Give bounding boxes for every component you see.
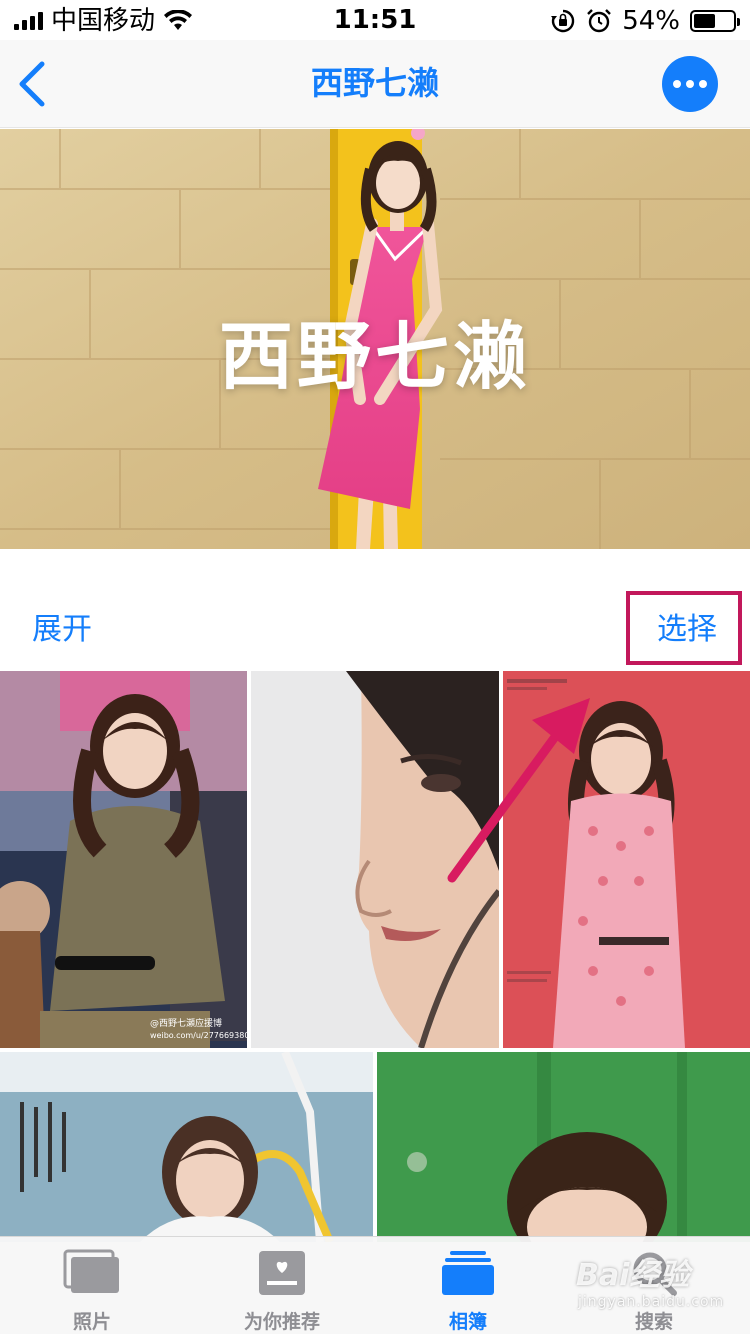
for-you-icon (259, 1251, 305, 1295)
search-icon (633, 1252, 677, 1296)
status-bar: 中国移动 11:51 54% (0, 0, 750, 40)
photo-image: @西野七瀬应援博 weibo.com/u/2776693805 (0, 671, 247, 1048)
alarm-icon (587, 9, 612, 33)
photos-icon (63, 1249, 119, 1293)
photo-thumbnail-2[interactable] (251, 671, 499, 1048)
photo-thumbnail-5[interactable] (377, 1052, 750, 1242)
navigation-bar: 西野七濑 (0, 40, 750, 128)
more-dot-icon (686, 80, 694, 88)
more-options-button[interactable] (662, 56, 718, 112)
tab-label: 搜索 (634, 1311, 673, 1333)
battery-percent: 54% (622, 6, 680, 36)
album-cover-memory[interactable]: 西野七濑 (0, 129, 750, 549)
battery-level (694, 14, 715, 28)
album-title: 西野七濑 (310, 64, 439, 102)
tab-label: 为你推荐 (243, 1311, 320, 1333)
albums-icon (442, 1251, 494, 1295)
photo-thumbnail-1[interactable]: @西野七瀬应援博 weibo.com/u/2776693805 (0, 671, 247, 1048)
more-dot-icon (673, 80, 681, 88)
photo-1-caption: @西野七瀬应援博 (150, 1017, 222, 1029)
photo-thumbnail-4[interactable] (0, 1052, 373, 1242)
photo-1-sub: weibo.com/u/2776693805 (150, 1031, 247, 1040)
photo-image (251, 671, 499, 1048)
battery-icon (690, 10, 740, 32)
photo-image (503, 671, 750, 1048)
tab-bar: 照片 为你推荐 相簿 搜索 (0, 1236, 750, 1334)
tab-search[interactable]: 搜索 (584, 1237, 724, 1334)
tab-albums[interactable]: 相簿 (398, 1237, 538, 1334)
more-dot-icon (699, 80, 707, 88)
expand-button[interactable]: 展开 (32, 610, 92, 650)
photo-image (377, 1052, 750, 1242)
tab-label: 照片 (72, 1311, 111, 1333)
cover-title: 西野七濑 (219, 314, 531, 400)
status-right: 54% (550, 6, 740, 36)
photo-thumbnail-3[interactable] (503, 671, 750, 1048)
tab-photos[interactable]: 照片 (22, 1237, 162, 1334)
photo-image (0, 1052, 373, 1242)
tab-for-you[interactable]: 为你推荐 (212, 1237, 352, 1334)
tab-label: 相簿 (448, 1311, 487, 1333)
orientation-lock-icon (551, 9, 575, 33)
select-button[interactable]: 选择 (657, 610, 717, 650)
